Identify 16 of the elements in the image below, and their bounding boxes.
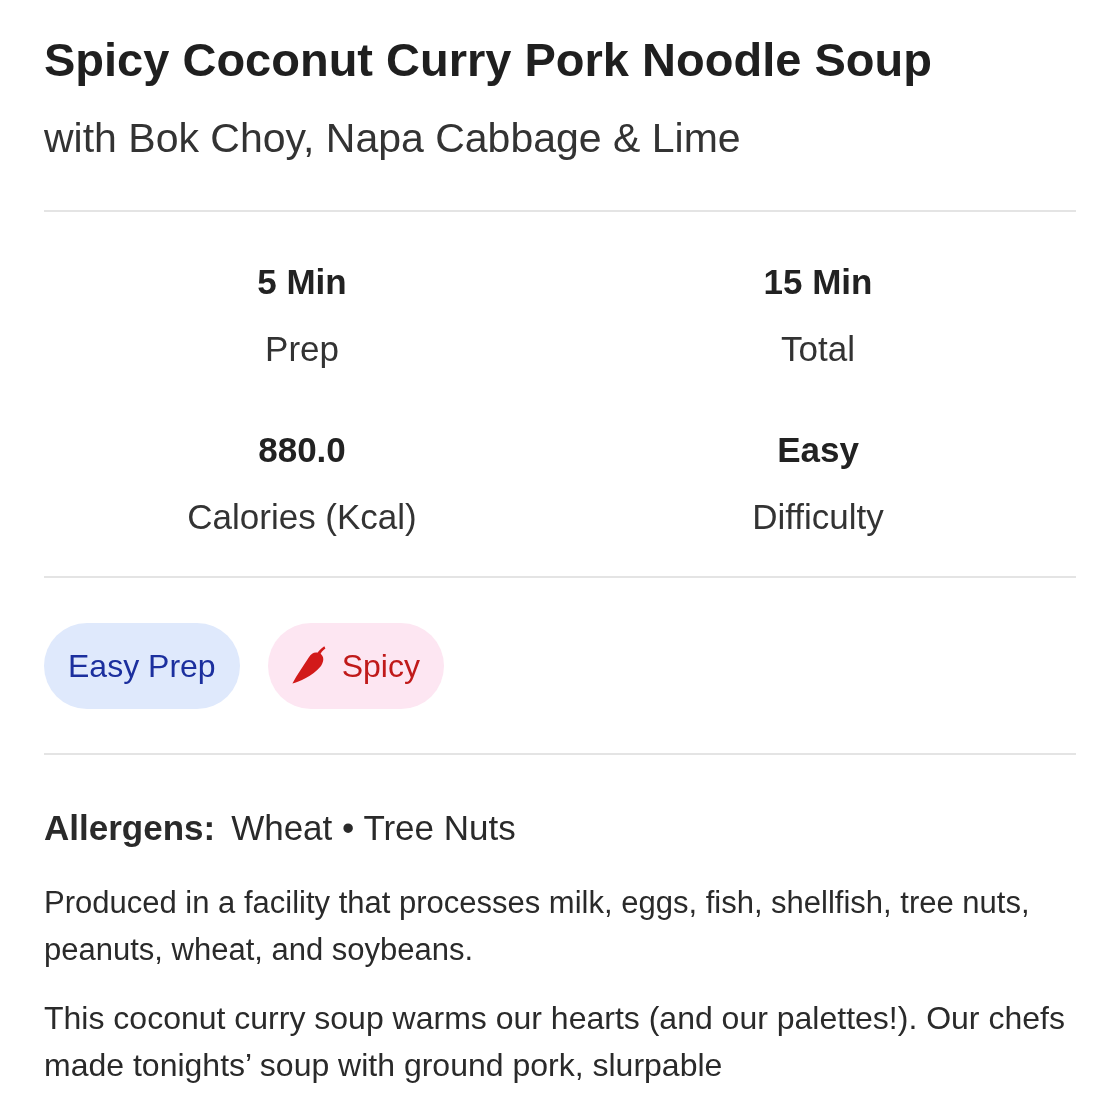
stat-value: 880.0 [258, 429, 346, 471]
stat-label: Prep [265, 328, 339, 370]
stat-value: 5 Min [257, 261, 347, 303]
recipe-description: This coconut curry soup warms our hearts (and our palettes!). Our chefs made tonights’ soup with ground pork, slurpable [44, 999, 1066, 1085]
stat-label: Difficulty [752, 496, 884, 538]
recipe-title: Spicy Coconut Curry Pork Noodle Soup [44, 32, 933, 88]
stat-label: Total [781, 328, 855, 370]
tag: Spicy [267, 623, 444, 709]
stat-label: Calories (Kcal) [187, 496, 417, 538]
tag: Easy Prep [44, 623, 240, 709]
stat-value: 15 Min [763, 261, 873, 303]
stat-value: Easy [777, 429, 859, 471]
allergens-label: Allergens: [44, 807, 216, 849]
allergens-list: Wheat • Tree Nuts [231, 805, 516, 851]
facility-note: Produced in a facility that processes milk, eggs, fish, shellfish, tree nuts, peanuts, wheat, and soybeans. [44, 884, 1031, 969]
recipe-subtitle: with Bok Choy, Napa Cabbage & Lime [44, 114, 742, 162]
